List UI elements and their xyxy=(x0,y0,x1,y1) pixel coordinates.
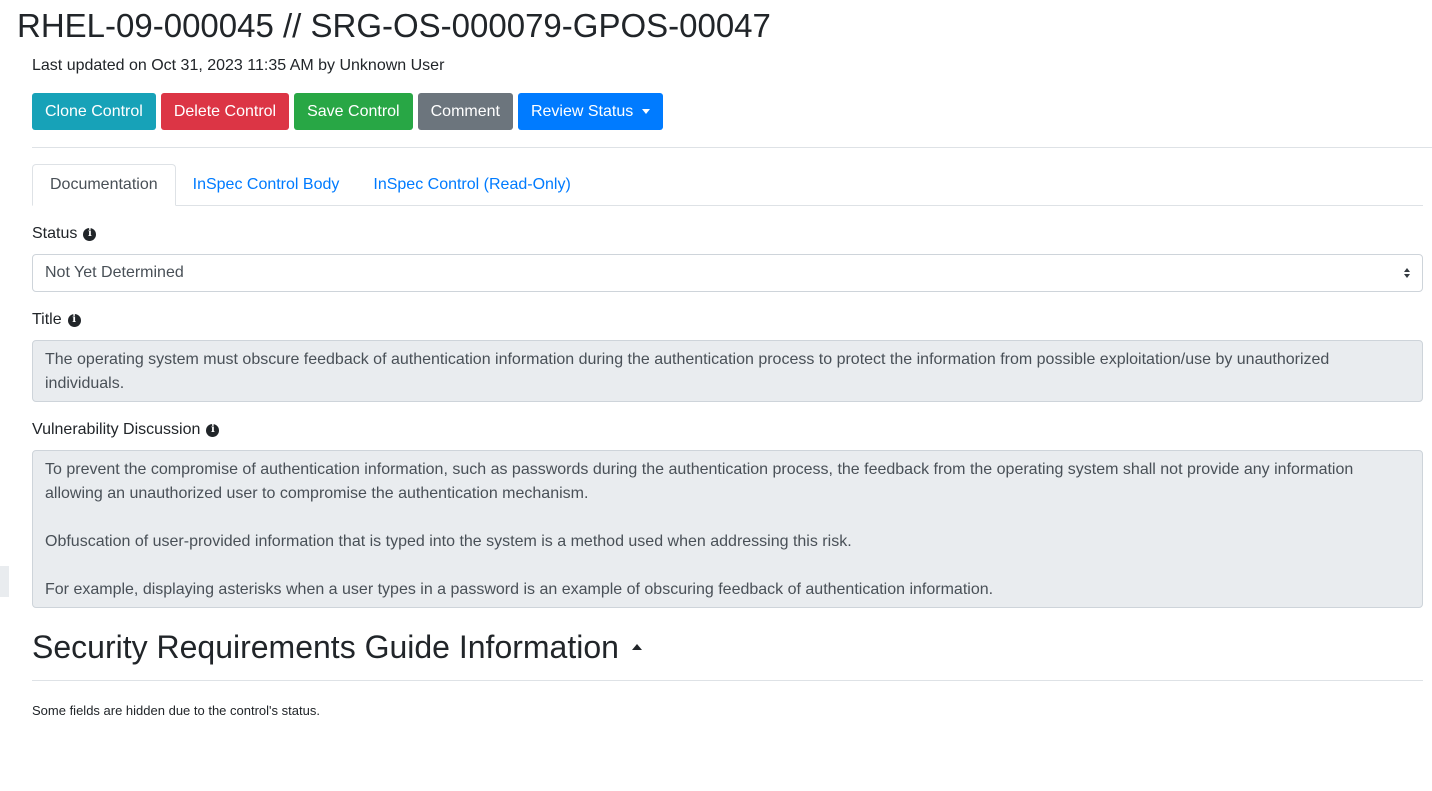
title-value: The operating system must obscure feedba… xyxy=(45,351,1330,392)
page-title: RHEL-09-000045 // SRG-OS-000079-GPOS-000… xyxy=(17,7,771,44)
srg-divider xyxy=(32,680,1423,681)
review-status-label: Review Status xyxy=(530,102,634,120)
status-select[interactable]: Not Yet Determined xyxy=(32,254,1423,292)
vuln-discussion-label-text: Vulnerability Discussion xyxy=(32,421,201,438)
tab-bar: Documentation InSpec Control Body InSpec… xyxy=(32,164,1423,206)
title-label-text: Title xyxy=(32,311,62,328)
status-selected-value: Not Yet Determined xyxy=(45,264,184,281)
last-updated-text: Last updated on Oct 31, 2023 11:35 AM by… xyxy=(32,57,445,74)
toolbar-divider xyxy=(32,147,1432,148)
srg-section-heading: Security Requirements Guide Information xyxy=(32,627,642,667)
vuln-discussion-paragraph: To prevent the compromise of authenticat… xyxy=(45,461,1354,502)
title-field[interactable]: The operating system must obscure feedba… xyxy=(32,340,1423,402)
save-control-button[interactable]: Save Control xyxy=(294,93,413,130)
review-status-dropdown-button[interactable]: Review Status xyxy=(517,93,664,130)
tab-documentation[interactable]: Documentation xyxy=(32,164,176,206)
status-label-text: Status xyxy=(32,225,78,242)
tab-inspec-control-read-only[interactable]: InSpec Control (Read-Only) xyxy=(356,164,587,206)
vuln-discussion-paragraph: For example, displaying asterisks when a… xyxy=(45,581,994,598)
srg-section-heading-text: Security Requirements Guide Information xyxy=(32,629,619,665)
select-arrows-icon xyxy=(1404,268,1410,278)
caret-down-icon xyxy=(642,109,651,114)
title-label: Title i xyxy=(32,309,81,331)
tab-inspec-control-body[interactable]: InSpec Control Body xyxy=(176,164,357,206)
control-toolbar: Clone Control Delete Control Save Contro… xyxy=(32,93,664,130)
info-circle-icon[interactable]: i xyxy=(83,227,97,241)
vuln-discussion-field[interactable]: To prevent the compromise of authenticat… xyxy=(32,450,1423,608)
hidden-fields-note: Some fields are hidden due to the contro… xyxy=(32,703,320,718)
delete-control-button[interactable]: Delete Control xyxy=(160,93,290,130)
info-circle-icon[interactable]: i xyxy=(206,423,220,437)
side-panel-handle[interactable] xyxy=(0,566,9,597)
vuln-discussion-label: Vulnerability Discussion i xyxy=(32,419,220,441)
info-circle-icon[interactable]: i xyxy=(67,313,81,327)
comment-button[interactable]: Comment xyxy=(417,93,513,130)
caret-up-icon[interactable] xyxy=(631,644,642,650)
vuln-discussion-paragraph: Obfuscation of user-provided information… xyxy=(45,533,852,550)
clone-control-button[interactable]: Clone Control xyxy=(32,93,156,130)
status-label: Status i xyxy=(32,223,97,245)
